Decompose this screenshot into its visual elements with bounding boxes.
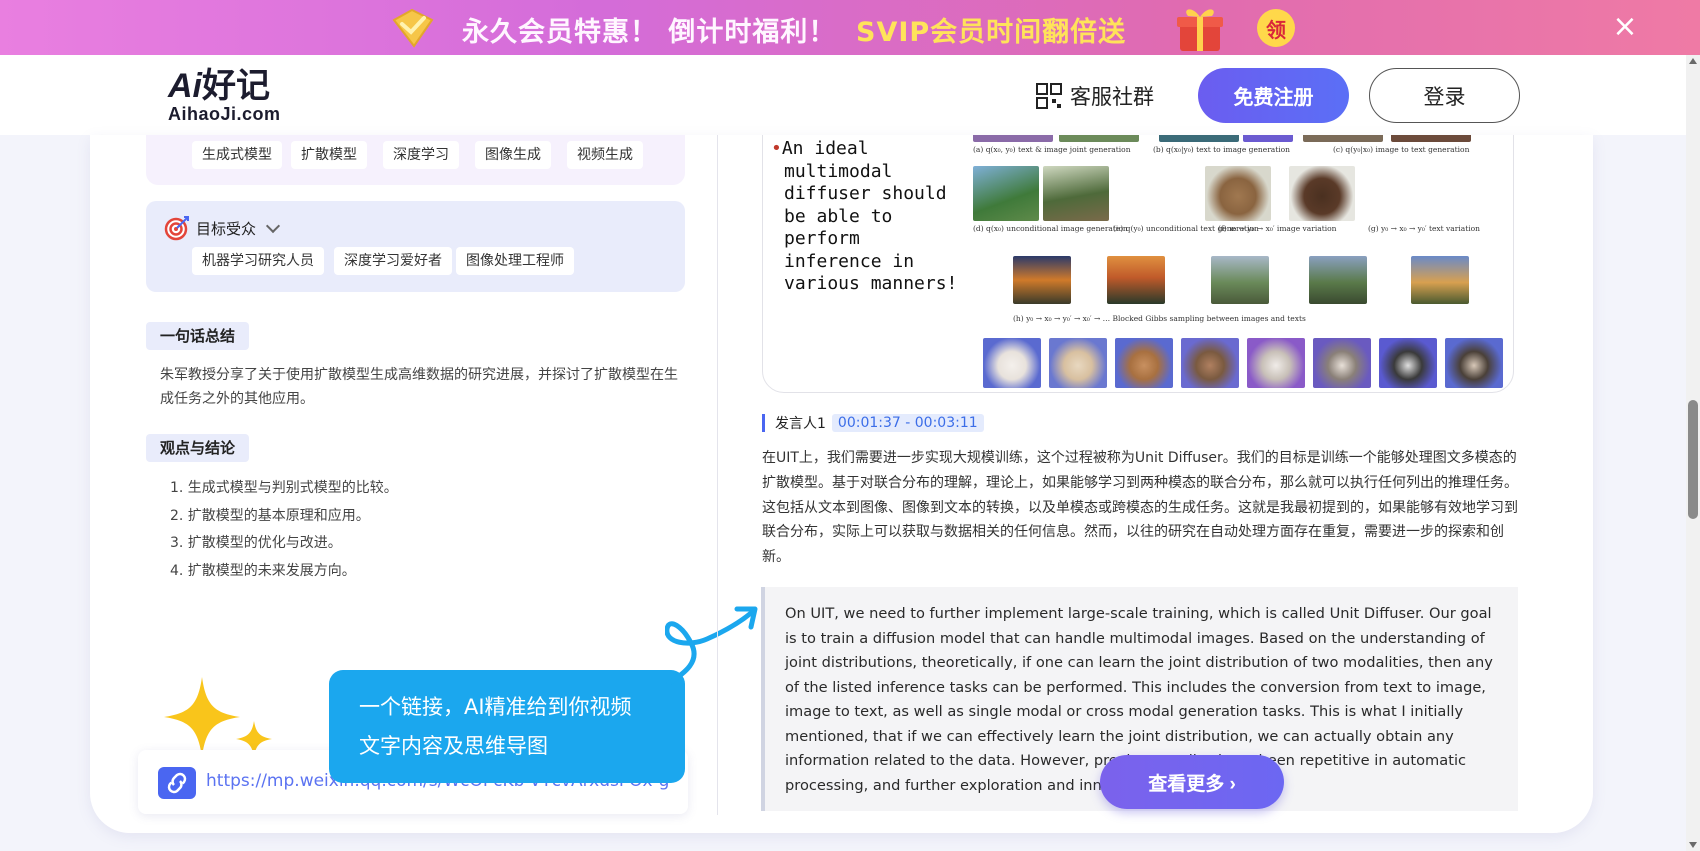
figure-caption: (a) q(x₀, y₀) text & image joint generat…: [973, 145, 1131, 154]
summary-label: 一句话总结: [146, 322, 250, 350]
figure-thumbnail: [973, 135, 1053, 142]
figure-thumbnail: [1115, 338, 1173, 388]
gift-icon: [1177, 9, 1223, 51]
figure-thumbnail: [1411, 256, 1469, 304]
figure-thumbnail: [1313, 338, 1371, 388]
figure-thumbnail: [1379, 338, 1437, 388]
close-icon[interactable]: ×: [1612, 12, 1638, 42]
list-item: 3. 扩散模型的优化与改进。: [170, 535, 342, 551]
loop-arrow-icon: [665, 606, 758, 685]
target-icon: [164, 216, 189, 241]
logo-ai: Ai: [168, 67, 202, 105]
service-label: 客服社群: [1070, 85, 1154, 109]
scroll-down-icon[interactable]: [1689, 842, 1697, 848]
timestamp-badge[interactable]: 00:01:37 - 00:03:11: [831, 414, 984, 432]
audience-tag: 图像处理工程师: [456, 247, 574, 275]
audience-tag: 机器学习研究人员: [192, 247, 324, 275]
figure-thumbnail: [1059, 135, 1139, 142]
figure-thumbnail: [1303, 135, 1383, 142]
figure-caption: (b) q(x₀|y₀) text to image generation: [1153, 145, 1291, 154]
figure-caption: (g) y₀ → x₀ → y₀′ text variation: [1368, 224, 1480, 233]
slide-line: An ideal: [781, 138, 869, 159]
slide-line: be able to: [784, 205, 893, 227]
scrollbar-thumb[interactable]: [1688, 400, 1698, 519]
speaker-name: 发言人1: [775, 416, 826, 432]
promo-highlight: SVIP会员时间翻倍送: [856, 17, 1127, 48]
figure-thumbnail: [1013, 256, 1071, 304]
figure-thumbnail: [983, 338, 1041, 388]
audience-tag: 深度学习爱好者: [334, 247, 452, 275]
column-divider: [717, 135, 718, 815]
figure-thumbnail: [1181, 338, 1239, 388]
view-more-button[interactable]: 查看更多 ›: [1100, 755, 1284, 809]
keyword-tag: 生成式模型: [192, 141, 282, 169]
figure-thumbnail: [973, 166, 1039, 221]
slide-line: diffuser should: [784, 183, 947, 204]
figure-thumbnail: [1243, 135, 1293, 142]
speaker-header[interactable]: 发言人1 00:01:37 - 00:03:11: [762, 413, 984, 433]
audience-title: 目标受众: [196, 219, 257, 238]
slide-line: inference in: [784, 250, 915, 272]
logo-domain: AihaoJi.com: [168, 104, 281, 124]
audience-box: 目标受众 机器学习研究人员 深度学习爱好者 图像处理工程师: [146, 201, 685, 292]
audience-header[interactable]: 目标受众: [164, 215, 281, 241]
figure-thumbnail: [1205, 166, 1271, 221]
link-icon: [158, 767, 196, 799]
keyword-tag: 深度学习: [383, 141, 459, 169]
views-list: 1. 生成式模型与判别式模型的比较。 2. 扩散模型的基本原理和应用。 3. 扩…: [170, 475, 398, 585]
list-item: 4. 扩散模型的未来发展方向。: [170, 562, 356, 579]
keyword-tag: 扩散模型: [291, 141, 367, 169]
promo-bubble-line: 文字内容及思维导图: [359, 734, 548, 758]
figure-thumbnail: [1043, 166, 1109, 221]
logo[interactable]: Ai好记 AihaoJi.com: [168, 68, 298, 126]
figure-caption: (d) q(x₀) unconditional image generation: [973, 224, 1128, 233]
keywords-box: 生成式模型 扩散模型 深度学习 图像生成 视频生成: [146, 135, 685, 185]
list-item: 2. 扩散模型的基本原理和应用。: [170, 507, 370, 524]
site-header: Ai好记 AihaoJi.com 客服社群 免费注册 登录: [0, 55, 1686, 135]
medal-icon: [392, 8, 434, 48]
promo-banner[interactable]: 永久会员特惠！ 倒计时福利！ SVIP会员时间翻倍送 领 ×: [0, 0, 1700, 55]
logo-cn: 好记: [202, 67, 270, 105]
figure-caption: (f) x₀ → y₀ → x₀′ image variation: [1218, 224, 1337, 233]
figure-caption: (c) q(y₀|x₀) image to text generation: [1333, 145, 1470, 154]
figure-thumbnail: [1159, 135, 1239, 142]
service-group-link[interactable]: 客服社群: [1036, 81, 1154, 111]
keyword-tag: 视频生成: [567, 141, 643, 169]
slide-line: perform: [784, 228, 860, 249]
views-label: 观点与结论: [146, 434, 250, 462]
slide-line: multimodal: [784, 160, 893, 182]
keyword-tag: 图像生成: [475, 141, 551, 169]
promo-text: 永久会员特惠！ 倒计时福利！: [462, 17, 837, 48]
slide-line: various manners!: [784, 273, 958, 294]
qr-code-icon: [1036, 83, 1062, 109]
figure-thumbnail: [1445, 338, 1503, 388]
figure-thumbnail: [1309, 256, 1367, 304]
figure-thumbnail: [1391, 135, 1471, 142]
promo-bubble-line: 一个链接，AI精准给到你视频: [359, 695, 632, 719]
register-button[interactable]: 免费注册: [1198, 68, 1349, 123]
claim-badge[interactable]: 领: [1257, 9, 1295, 47]
list-item: 1. 生成式模型与判别式模型的比较。: [170, 480, 398, 496]
figure-thumbnail: [1247, 338, 1305, 388]
figure-thumbnail: [1049, 338, 1107, 388]
slide-bullet-text: •An ideal multimodal diffuser should be …: [771, 138, 958, 294]
promo-bubble: 一个链接，AI精准给到你视频 文字内容及思维导图: [329, 670, 685, 783]
figure-caption: (h) y₀ → x₀ → y₀′ → x₀′ → … Blocked Gibb…: [1013, 314, 1306, 323]
chevron-down-icon[interactable]: [265, 218, 281, 234]
figure-thumbnail: [1211, 256, 1269, 304]
transcript-chinese: 在UIT上，我们需要进一步实现大规模训练，这个过程被称为Unit Diffuse…: [762, 450, 1518, 566]
slide-figure: (a) q(x₀, y₀) text & image joint generat…: [973, 135, 1508, 392]
summary-text: 朱军教授分享了关于使用扩散模型生成高维数据的研究进展，并探讨了扩散模型在生成任务…: [160, 367, 678, 407]
figure-thumbnail: [1107, 256, 1165, 304]
login-button[interactable]: 登录: [1369, 68, 1520, 123]
video-slide-frame[interactable]: •An ideal multimodal diffuser should be …: [762, 135, 1514, 393]
scrollbar[interactable]: [1686, 55, 1700, 851]
scroll-up-icon[interactable]: [1689, 58, 1697, 64]
content-card: 生成式模型 扩散模型 深度学习 图像生成 视频生成 目标受众 机器学习研究人员 …: [90, 135, 1593, 833]
speaker-marker: [762, 414, 765, 432]
figure-thumbnail: [1289, 166, 1355, 221]
